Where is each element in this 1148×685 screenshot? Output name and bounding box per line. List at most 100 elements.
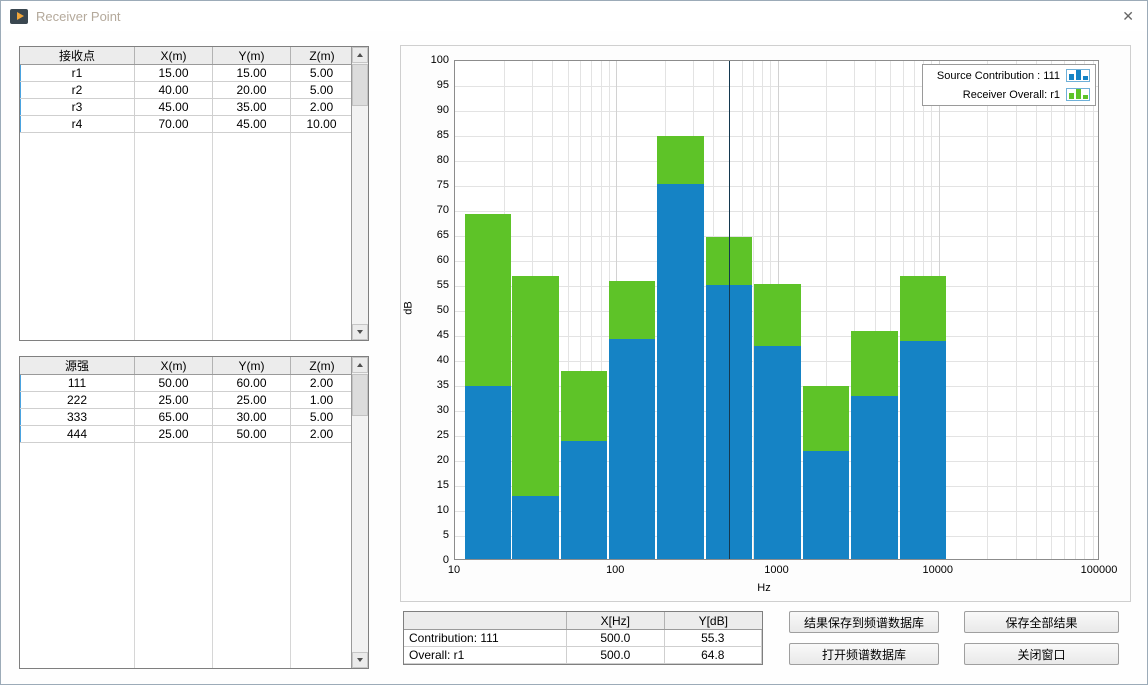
chart-cursor[interactable] [729, 61, 730, 560]
y-tick-label: 90 [414, 104, 449, 116]
labview-app-icon [10, 9, 28, 24]
table-row[interactable]: r240.0020.005.00 [20, 82, 368, 99]
scroll-down-button[interactable] [352, 324, 368, 340]
scroll-up-button[interactable] [352, 357, 368, 373]
table-cell[interactable]: 65.00 [135, 409, 213, 426]
source-strength-table[interactable]: 源强X(m)Y(m)Z(m)11150.0060.002.0022225.002… [19, 356, 369, 669]
x-tick-label: 100000 [1064, 564, 1134, 576]
table-row[interactable]: r470.0045.0010.00 [20, 116, 368, 133]
table-row[interactable]: 44425.0050.002.00 [20, 426, 368, 443]
gridline-vertical-minor [1064, 61, 1065, 559]
scroll-up-button[interactable] [352, 47, 368, 63]
contribution-bar-segment [754, 346, 801, 560]
y-axis-label: dB [403, 301, 415, 314]
table-row[interactable]: r115.0015.005.00 [20, 65, 368, 82]
legend-plot-icon [1066, 69, 1090, 82]
table-row[interactable]: 33365.0030.005.00 [20, 409, 368, 426]
y-tick-label: 100 [414, 54, 449, 66]
table-header-row: X[Hz]Y[dB] [404, 612, 762, 630]
table-cell[interactable]: Contribution: 111 [404, 630, 567, 647]
legend-item[interactable]: Receiver Overall: r1 [923, 85, 1095, 104]
contribution-bar-segment [851, 396, 898, 560]
table-row[interactable]: Contribution: 111500.055.3 [404, 630, 762, 647]
plot-area[interactable] [454, 60, 1099, 560]
table-row[interactable]: r345.0035.002.00 [20, 99, 368, 116]
y-tick-label: 75 [414, 179, 449, 191]
scroll-down-button[interactable] [352, 652, 368, 668]
column-header [404, 612, 567, 629]
table-cell[interactable]: 500.0 [567, 630, 664, 647]
scrollbar-thumb[interactable] [352, 374, 368, 416]
column-header: 接收点 [20, 47, 135, 64]
table-cell[interactable]: 50.00 [213, 426, 291, 443]
vertical-scrollbar[interactable] [351, 47, 368, 340]
table-cell[interactable]: 10.00 [291, 116, 353, 133]
contribution-bar-segment [465, 386, 512, 560]
table-cell[interactable]: 60.00 [213, 375, 291, 392]
overall-bar-segment [803, 386, 850, 451]
table-cell[interactable]: 333 [20, 409, 135, 426]
y-tick-label: 5 [414, 529, 449, 541]
column-header: X(m) [135, 47, 213, 64]
table-cell[interactable]: Overall: r1 [404, 647, 567, 664]
table-cell[interactable]: 64.8 [665, 647, 762, 664]
table-cell[interactable]: 25.00 [135, 392, 213, 409]
x-tick-label: 10 [419, 564, 489, 576]
table-cell[interactable]: 45.00 [135, 99, 213, 116]
table-cell[interactable]: r1 [20, 65, 135, 82]
table-cell[interactable]: 5.00 [291, 409, 353, 426]
x-axis-label: Hz [734, 582, 794, 594]
close-window-button[interactable]: 关闭窗口 [964, 643, 1119, 665]
table-cell[interactable]: 25.00 [213, 392, 291, 409]
save-to-spectrum-db-button[interactable]: 结果保存到频谱数据库 [789, 611, 939, 633]
open-spectrum-db-button[interactable]: 打开频谱数据库 [789, 643, 939, 665]
table-cell[interactable]: 25.00 [135, 426, 213, 443]
table-cell[interactable]: 30.00 [213, 409, 291, 426]
column-header: Y(m) [213, 357, 291, 374]
overall-bar-segment [609, 281, 656, 339]
table-cell[interactable]: 444 [20, 426, 135, 443]
table-cell[interactable]: 40.00 [135, 82, 213, 99]
vertical-scrollbar[interactable] [351, 357, 368, 668]
table-cell[interactable]: 5.00 [291, 82, 353, 99]
title-bar[interactable]: Receiver Point [1, 1, 1147, 31]
table-cell[interactable]: r2 [20, 82, 135, 99]
table-header-row: 接收点X(m)Y(m)Z(m) [20, 47, 368, 65]
save-all-results-button[interactable]: 保存全部结果 [964, 611, 1119, 633]
x-tick-label: 100 [580, 564, 650, 576]
table-row[interactable]: Overall: r1500.064.8 [404, 647, 762, 664]
scrollbar-thumb[interactable] [352, 64, 368, 106]
table-row[interactable]: 11150.0060.002.00 [20, 375, 368, 392]
table-cell[interactable]: 5.00 [291, 65, 353, 82]
table-cell[interactable]: 500.0 [567, 647, 664, 664]
table-cell[interactable]: r4 [20, 116, 135, 133]
close-icon[interactable]: ✕ [1122, 8, 1134, 24]
table-cell[interactable]: r3 [20, 99, 135, 116]
table-cell[interactable]: 35.00 [213, 99, 291, 116]
gridline-vertical-minor [1084, 61, 1085, 559]
table-cell[interactable]: 50.00 [135, 375, 213, 392]
legend-item[interactable]: Source Contribution : 111 [923, 66, 1095, 85]
table-cell[interactable]: 2.00 [291, 99, 353, 116]
column-header: Z(m) [291, 357, 353, 374]
table-cell[interactable]: 111 [20, 375, 135, 392]
y-tick-label: 60 [414, 254, 449, 266]
table-cell[interactable]: 20.00 [213, 82, 291, 99]
table-cell[interactable]: 2.00 [291, 426, 353, 443]
table-cell[interactable]: 222 [20, 392, 135, 409]
y-tick-label: 40 [414, 354, 449, 366]
y-tick-label: 35 [414, 379, 449, 391]
y-tick-label: 55 [414, 279, 449, 291]
table-cell[interactable]: 15.00 [135, 65, 213, 82]
table-cell[interactable]: 1.00 [291, 392, 353, 409]
table-cell[interactable]: 2.00 [291, 375, 353, 392]
table-cell[interactable]: 70.00 [135, 116, 213, 133]
contribution-bar-segment [803, 451, 850, 560]
table-cell[interactable]: 45.00 [213, 116, 291, 133]
table-row[interactable]: 22225.0025.001.00 [20, 392, 368, 409]
table-cell[interactable]: 55.3 [665, 630, 762, 647]
y-tick-label: 30 [414, 404, 449, 416]
table-cell[interactable]: 15.00 [213, 65, 291, 82]
receiver-point-table[interactable]: 接收点X(m)Y(m)Z(m)r115.0015.005.00r240.0020… [19, 46, 369, 341]
chart-legend[interactable]: Source Contribution : 111Receiver Overal… [922, 64, 1096, 106]
